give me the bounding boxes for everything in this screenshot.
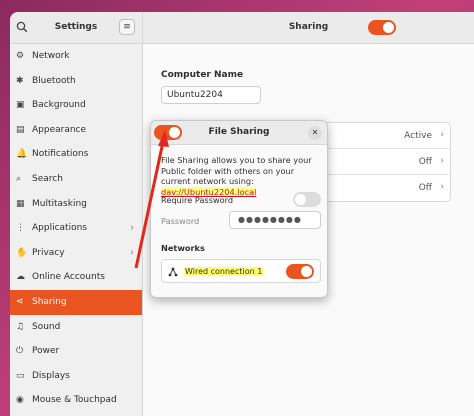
appearance-icon: ▤: [16, 124, 25, 135]
computer-name-label: Computer Name: [161, 70, 244, 80]
sidebar-item-label: Mouse & Touchpad: [32, 395, 117, 406]
bell-icon: 🔔: [16, 149, 28, 160]
network-row: Wired connection 1: [161, 259, 321, 283]
dialog-description: File Sharing allows you to share your Pu…: [161, 155, 321, 197]
sidebar-item-power[interactable]: ⏻ Power: [10, 339, 142, 364]
sidebar-item-label: Background: [32, 100, 86, 111]
display-icon: ▭: [16, 370, 25, 381]
sidebar-item-network[interactable]: ⚙ Network: [10, 44, 142, 69]
toggle-knob: [301, 266, 312, 277]
sidebar-header: Settings ≡: [10, 12, 143, 44]
share-icon: ⋖: [16, 296, 24, 307]
power-icon: ⏻: [16, 346, 24, 357]
network-wired-icon: [168, 267, 178, 277]
sharing-master-toggle[interactable]: [368, 20, 396, 35]
dialog-title: File Sharing: [208, 127, 270, 137]
network-toggle[interactable]: [286, 264, 314, 279]
close-icon[interactable]: ✕: [308, 126, 322, 140]
sidebar-item-mouse-touchpad[interactable]: ◉ Mouse & Touchpad: [10, 388, 142, 413]
multitasking-icon: ▦: [16, 198, 25, 209]
cloud-icon: ☁: [16, 272, 25, 283]
sidebar-item-label: Search: [32, 173, 63, 184]
sidebar-item-search[interactable]: ⌕ Search: [10, 167, 142, 192]
sidebar-item-online-accounts[interactable]: ☁ Online Accounts: [10, 265, 142, 290]
sidebar-item-label: Network: [32, 51, 70, 61]
toggle-knob: [295, 194, 306, 205]
dialog-header: File Sharing ✕: [151, 121, 327, 145]
chevron-right-icon: ›: [130, 223, 134, 234]
sidebar-item-label: Sharing: [32, 296, 67, 307]
sidebar-item-appearance[interactable]: ▤ Appearance: [10, 118, 142, 143]
require-password-label: Require Password: [161, 195, 234, 205]
music-icon: ♫: [16, 321, 25, 332]
sidebar-item-sharing[interactable]: ⋖ Sharing: [10, 289, 142, 315]
sidebar-item-label: Online Accounts: [32, 272, 105, 283]
sidebar-item-bluetooth[interactable]: ✱ Bluetooth: [10, 69, 142, 94]
sidebar-item-label: Applications: [32, 223, 87, 234]
search-icon: ⌕: [16, 173, 22, 184]
sidebar-item-applications[interactable]: ⋮ Applications ›: [10, 216, 142, 241]
sidebar-item-label: Bluetooth: [32, 75, 76, 86]
privacy-icon: ✋: [16, 247, 28, 258]
require-password-toggle[interactable]: [293, 192, 321, 207]
sidebar-item-label: Sound: [32, 321, 61, 332]
sidebar-item-privacy[interactable]: ✋ Privacy ›: [10, 241, 142, 266]
password-label: Password: [161, 216, 200, 226]
sidebar-item-background[interactable]: ▣ Background: [10, 93, 142, 118]
sidebar-item-label: Notifications: [32, 149, 89, 160]
network-name: Wired connection 1: [184, 267, 264, 276]
hamburger-menu-button[interactable]: ≡: [119, 19, 135, 35]
row-status: Active: [404, 131, 432, 141]
row-status: Off: [418, 183, 432, 193]
toggle-knob: [383, 22, 394, 33]
chevron-right-icon: ›: [440, 156, 444, 166]
applications-icon: ⋮: [16, 223, 25, 234]
networks-label: Networks: [161, 243, 205, 253]
background-icon: ▣: [16, 100, 25, 111]
chevron-right-icon: ›: [440, 130, 444, 140]
bluetooth-icon: ✱: [16, 75, 24, 86]
sidebar-item-multitasking[interactable]: ▦ Multitasking: [10, 192, 142, 217]
sidebar-item-notifications[interactable]: 🔔 Notifications: [10, 142, 142, 167]
sidebar: ⚙ Network ✱ Bluetooth ▣ Background ▤ Appearance…: [10, 44, 143, 416]
sidebar-item-displays[interactable]: ▭ Displays: [10, 364, 142, 389]
sidebar-item-label: Displays: [32, 370, 70, 381]
description-text: File Sharing allows you to share your Pu…: [161, 155, 312, 186]
sidebar-item-label: Appearance: [32, 124, 87, 135]
sidebar-item-label: Multitasking: [32, 198, 87, 209]
mouse-icon: ◉: [16, 395, 24, 406]
content-header: Sharing: [143, 12, 474, 44]
network-icon: ⚙: [16, 51, 25, 61]
chevron-right-icon: ›: [130, 247, 134, 258]
sidebar-item-sound[interactable]: ♫ Sound: [10, 315, 142, 340]
row-status: Off: [418, 157, 432, 167]
computer-name-input[interactable]: Ubuntu2204: [161, 86, 261, 104]
chevron-right-icon: ›: [440, 182, 444, 192]
file-sharing-dialog: File Sharing ✕ File Sharing allows you t…: [150, 120, 328, 298]
sidebar-item-label: Power: [32, 346, 60, 357]
sidebar-item-label: Privacy: [32, 247, 65, 258]
password-field[interactable]: ●●●●●●●●: [229, 211, 321, 229]
page-title: Sharing: [288, 22, 329, 32]
